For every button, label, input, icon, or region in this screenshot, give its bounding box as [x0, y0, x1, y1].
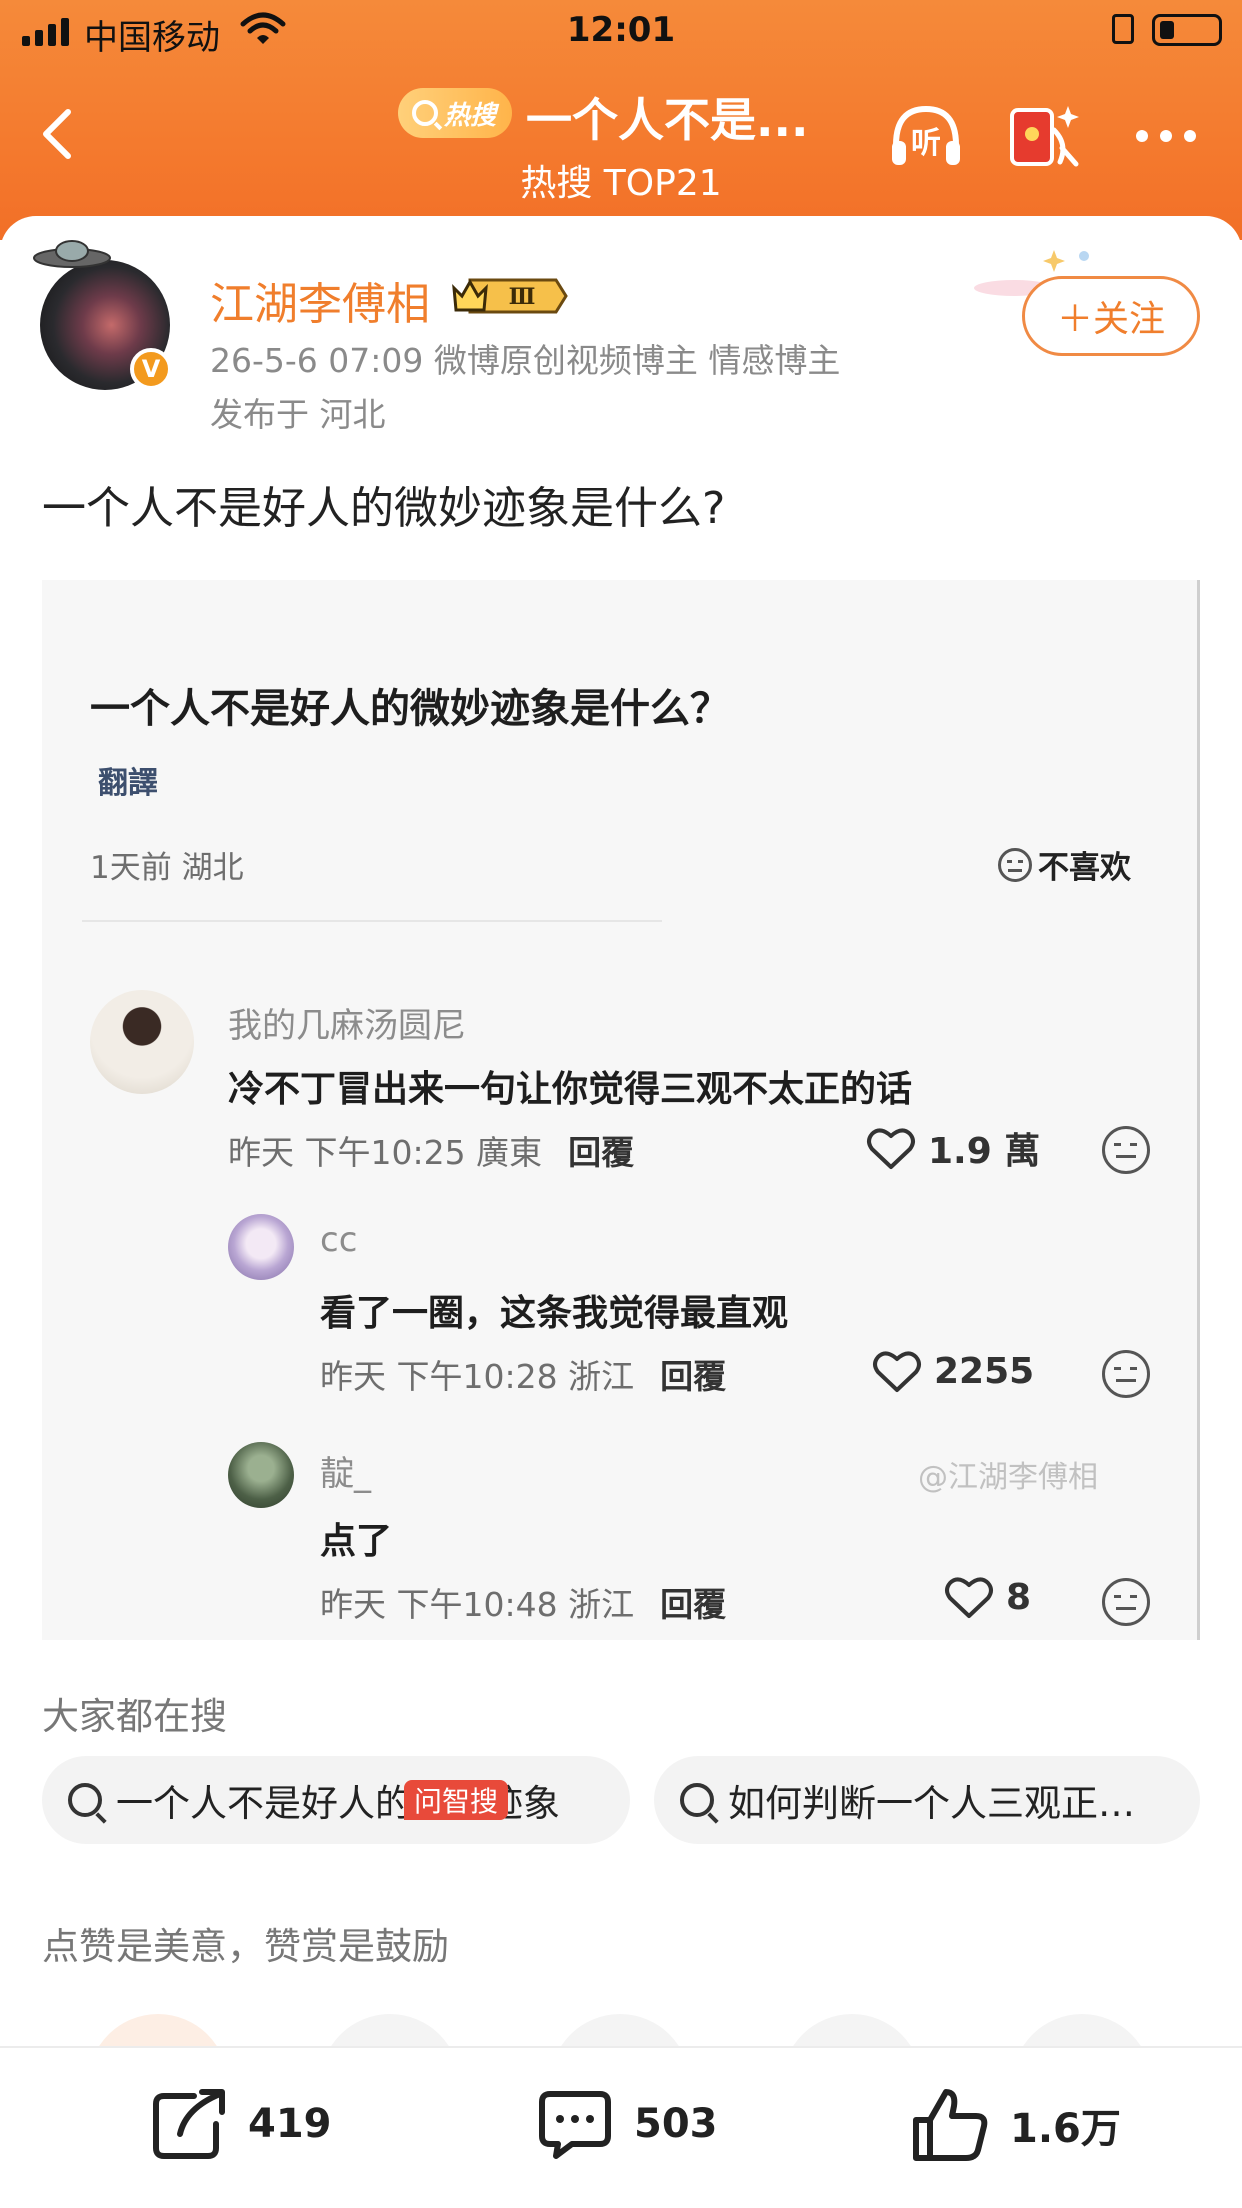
like-count: 1.6万	[1010, 2106, 1121, 2152]
thumbs-up-icon	[913, 2089, 988, 2161]
reward-section-title: 点赞是美意，赞赏是鼓励	[42, 1925, 449, 1968]
listen-button[interactable]: 听	[888, 98, 964, 174]
dislike-label: 不喜欢	[1038, 850, 1131, 886]
ufo-decoration-icon	[33, 240, 111, 268]
clock: 12:01	[566, 10, 676, 50]
red-packet-icon	[1010, 106, 1079, 167]
share-button[interactable]: 419	[150, 2086, 332, 2162]
dislike-face-icon	[998, 847, 1032, 882]
like-count: 1.9 萬	[928, 1131, 1041, 1172]
comment-like: 2255	[872, 1348, 1034, 1394]
share-icon	[153, 2089, 225, 2159]
comment-like: 8	[944, 1574, 1031, 1620]
red-packet-button[interactable]	[1006, 98, 1082, 174]
comment-text: 点了	[320, 1521, 393, 1562]
comment-avatar	[228, 1214, 294, 1280]
embedded-dislike: 不喜欢	[998, 842, 1131, 887]
dislike-face-icon	[1102, 1350, 1150, 1398]
search-icon	[412, 100, 438, 126]
dislike-face-icon	[1102, 1578, 1150, 1626]
search-icon	[68, 1783, 102, 1817]
svg-text:听: 听	[911, 126, 941, 161]
comment-name: 我的几麻汤圆尼	[228, 1006, 466, 1046]
like-count: 8	[1006, 1576, 1032, 1618]
comment-meta: 昨天 下午10:28 浙江 回覆	[320, 1350, 726, 1398]
search-chip-label: 如何判断一个人三观正…	[728, 1782, 1135, 1825]
header: 中国移动 12:01 热搜 一个人不是... 热搜 TOP21 听	[0, 0, 1242, 240]
comment-meta: 昨天 下午10:48 浙江 回覆	[320, 1578, 726, 1626]
heart-icon	[873, 1351, 921, 1392]
post-location: 发布于 河北	[210, 395, 386, 434]
post-text: 一个人不是好人的微妙迹象是什么?	[42, 483, 726, 534]
heart-icon	[945, 1577, 993, 1618]
crown-level-badge-icon: Ⅲ	[452, 278, 568, 314]
divider	[82, 920, 662, 922]
hot-badge-label: 热搜	[444, 100, 497, 131]
comment-button[interactable]: 503	[536, 2086, 718, 2162]
nav-bar: 热搜 一个人不是... 热搜 TOP21 听	[0, 62, 1242, 212]
embedded-question: 一个人不是好人的微妙迹象是什么？	[90, 686, 730, 732]
ask-search-badge[interactable]: 问智搜	[404, 1780, 509, 1820]
comment-avatar	[90, 990, 194, 1094]
share-count: 419	[248, 2101, 332, 2147]
search-chip[interactable]: 如何判断一个人三观正…	[654, 1756, 1200, 1844]
more-button[interactable]	[1128, 98, 1204, 174]
level-badge-label: Ⅲ	[509, 284, 536, 310]
reply-label: 回覆	[660, 1585, 727, 1624]
orientation-lock-icon	[1112, 14, 1134, 44]
reply-label: 回覆	[660, 1357, 727, 1396]
post-meta: 26-5-6 07:09 微博原创视频博主 情感博主	[210, 341, 841, 380]
hot-search-badge[interactable]: 热搜	[398, 88, 513, 138]
search-icon	[680, 1783, 714, 1817]
verified-badge-icon: V	[130, 348, 172, 390]
headphones-icon: 听	[892, 105, 960, 165]
comment-time: 昨天 下午10:25 廣東	[228, 1133, 543, 1172]
follow-button[interactable]: ＋关注	[1022, 276, 1200, 356]
like-button[interactable]: 1.6万	[910, 2086, 1121, 2164]
comment-time: 昨天 下午10:28 浙江	[320, 1357, 635, 1396]
bottom-action-bar: 419 503 1.6万	[0, 2046, 1242, 2208]
status-bar: 中国移动 12:01	[0, 0, 1242, 62]
heart-icon	[867, 1128, 915, 1169]
comment-like: 1.9 萬	[866, 1122, 1040, 1174]
dislike-face-icon	[1102, 1126, 1150, 1174]
watermark: @江湖李傅相	[918, 1460, 1098, 1495]
search-section-title: 大家都在搜	[42, 1695, 227, 1738]
comment-name: 靛_	[320, 1454, 371, 1494]
comment-text: 冷不丁冒出来一句让你觉得三观不太正的话	[228, 1069, 913, 1110]
comment-name: cc	[320, 1220, 358, 1260]
battery-icon	[1152, 14, 1222, 46]
comment-text: 看了一圈，这条我觉得最直观	[320, 1293, 789, 1334]
comment-count: 503	[634, 2101, 718, 2147]
comment-time: 昨天 下午10:48 浙江	[320, 1585, 635, 1624]
reward-items	[0, 1974, 1242, 2054]
comment-avatar	[228, 1442, 294, 1508]
embedded-translate: 翻譯	[98, 766, 158, 801]
nav-title[interactable]: 一个人不是...	[526, 84, 808, 150]
like-count: 2255	[934, 1350, 1035, 1392]
reply-label: 回覆	[568, 1133, 635, 1172]
embedded-time: 1天前 湖北	[90, 850, 244, 886]
username[interactable]: 江湖李傅相	[210, 268, 430, 332]
comment-icon	[539, 2091, 611, 2159]
post-card: V 江湖李傅相 Ⅲ 26-5-6 07:09 微博原创视频博主 情感博主 发布于…	[0, 216, 1242, 2054]
search-chip[interactable]: 一个人不是好人的微妙迹象	[42, 1756, 630, 1844]
comment-meta: 昨天 下午10:25 廣東 回覆	[228, 1126, 634, 1174]
